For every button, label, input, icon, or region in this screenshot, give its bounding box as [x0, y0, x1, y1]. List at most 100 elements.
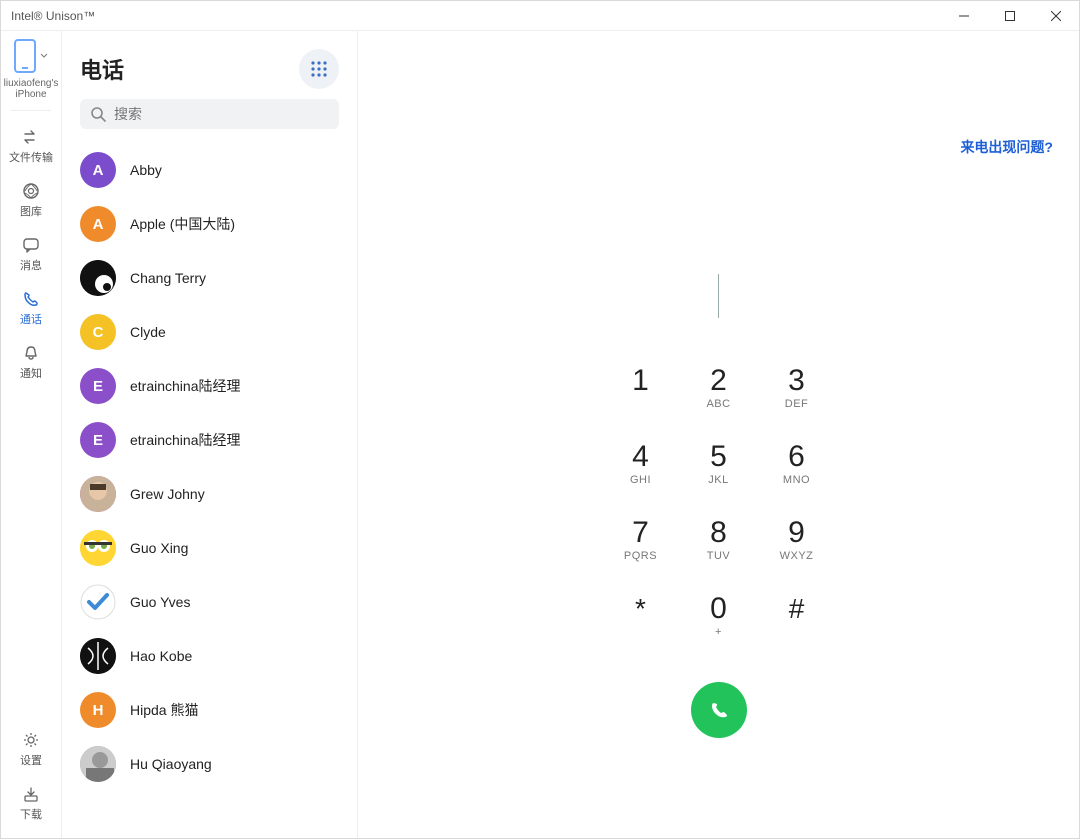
bell-icon	[21, 343, 41, 363]
divider	[11, 110, 51, 111]
download-icon	[21, 784, 41, 804]
contact-row[interactable]: HHipda 熊猫	[62, 683, 357, 737]
contact-row[interactable]: Eetrainchina陆经理	[62, 413, 357, 467]
contact-list[interactable]: AAbby A Apple (中国大陆) Chang Terry C Clyde Eetra…	[62, 139, 357, 838]
phone-icon	[708, 699, 730, 721]
transfer-icon	[21, 127, 41, 147]
sidebar-item-label: 设置	[20, 752, 42, 768]
gallery-icon	[21, 181, 41, 201]
avatar	[80, 530, 116, 566]
avatar: A	[80, 206, 116, 242]
contact-row[interactable]: Grew Johny	[62, 467, 357, 521]
contact-name: Clyde	[130, 324, 166, 340]
contact-row[interactable]: Eetrainchina陆经理	[62, 359, 357, 413]
keypad-number: 3	[788, 366, 805, 396]
dialpad-icon	[310, 60, 328, 78]
close-icon	[1051, 11, 1061, 21]
dialer-panel: 来电出现问题? 1 2ABC3DEF4GHI5JKL6MNO7PQRS8TUV9…	[358, 31, 1079, 838]
keypad-key-2[interactable]: 2 ABC	[680, 350, 758, 426]
avatar	[80, 476, 116, 512]
sidebar: liuxiaofeng's iPhone 文件传输 图库	[1, 31, 62, 838]
contact-name: Apple (中国大陆)	[130, 214, 235, 234]
text-cursor	[718, 274, 720, 318]
contact-name: Abby	[130, 162, 162, 178]
avatar	[80, 260, 116, 296]
keypad-number: 8	[710, 518, 727, 548]
avatar	[80, 638, 116, 674]
contact-name: Guo Xing	[130, 540, 188, 556]
chevron-down-icon	[40, 52, 48, 60]
keypad-sublabel: GHI	[630, 474, 651, 486]
contact-name: Guo Yves	[130, 594, 190, 610]
contact-name: etrainchina陆经理	[130, 376, 241, 396]
keypad-sublabel: JKL	[708, 474, 728, 486]
keypad-key-star[interactable]: *	[602, 578, 680, 654]
contact-row[interactable]: Hao Kobe	[62, 629, 357, 683]
keypad-key-4[interactable]: 4GHI	[602, 426, 680, 502]
minimize-button[interactable]	[941, 1, 987, 31]
search-input[interactable]	[114, 106, 329, 122]
keypad-key-8[interactable]: 8TUV	[680, 502, 758, 578]
sidebar-item-transfer[interactable]: 文件传输	[4, 121, 59, 171]
contact-name: Chang Terry	[130, 270, 206, 286]
keypad-key-1[interactable]: 1	[602, 350, 680, 426]
keypad: 1 2ABC3DEF4GHI5JKL6MNO7PQRS8TUV9WXYZ* 0+…	[602, 350, 836, 654]
keypad-number: 9	[788, 518, 805, 548]
sidebar-item-settings[interactable]: 设置	[4, 724, 59, 774]
sidebar-item-messages[interactable]: 消息	[4, 229, 59, 279]
contact-row[interactable]: Guo Yves	[62, 575, 357, 629]
minimize-icon	[959, 11, 969, 21]
sidebar-item-calls[interactable]: 通话	[4, 283, 59, 333]
maximize-button[interactable]	[987, 1, 1033, 31]
keypad-key-9[interactable]: 9WXYZ	[758, 502, 836, 578]
phone-icon	[21, 289, 41, 309]
keypad-key-5[interactable]: 5 JKL	[680, 426, 758, 502]
contact-row[interactable]: C Clyde	[62, 305, 357, 359]
contact-name: Hao Kobe	[130, 648, 192, 664]
search-box[interactable]	[80, 99, 339, 129]
keypad-number: 6	[788, 442, 805, 472]
call-problem-link[interactable]: 来电出现问题?	[960, 137, 1053, 157]
close-button[interactable]	[1033, 1, 1079, 31]
contact-row[interactable]: Hu Qiaoyang	[62, 737, 357, 791]
sidebar-item-notify[interactable]: 通知	[4, 337, 59, 387]
avatar: E	[80, 422, 116, 458]
sidebar-item-label: 消息	[20, 257, 42, 273]
page-title: 电话	[80, 53, 124, 85]
contact-row[interactable]: Chang Terry	[62, 251, 357, 305]
keypad-number: 0	[710, 594, 727, 624]
sidebar-item-gallery[interactable]: 图库	[4, 175, 59, 225]
keypad-key-7[interactable]: 7PQRS	[602, 502, 680, 578]
keypad-number: 5	[710, 442, 727, 472]
avatar: H	[80, 692, 116, 728]
contact-row[interactable]: A Apple (中国大陆)	[62, 197, 357, 251]
dialpad-toggle-button[interactable]	[299, 49, 339, 89]
keypad-key-6[interactable]: 6MNO	[758, 426, 836, 502]
device-name: liuxiaofeng's iPhone	[3, 78, 59, 100]
contact-row[interactable]: AAbby	[62, 143, 357, 197]
keypad-key-3[interactable]: 3 DEF	[758, 350, 836, 426]
sidebar-item-label: 通知	[20, 365, 42, 381]
keypad-number: 2	[710, 366, 727, 396]
contact-name: Hu Qiaoyang	[130, 756, 212, 772]
keypad-number: #	[789, 595, 805, 623]
keypad-number: 1	[632, 366, 649, 396]
keypad-sublabel: +	[715, 626, 722, 638]
titlebar: Intel® Unison™	[1, 1, 1079, 31]
device-dropdown[interactable]	[14, 39, 48, 73]
avatar: C	[80, 314, 116, 350]
keypad-sublabel: DEF	[785, 398, 809, 410]
window-title: Intel® Unison™	[11, 9, 95, 23]
sidebar-item-download[interactable]: 下载	[4, 778, 59, 828]
avatar	[80, 746, 116, 782]
keypad-key-0[interactable]: 0+	[680, 578, 758, 654]
sidebar-item-label: 通话	[20, 311, 42, 327]
keypad-sublabel: ABC	[706, 398, 730, 410]
sidebar-item-label: 下载	[20, 806, 42, 822]
contact-name: etrainchina陆经理	[130, 430, 241, 450]
contact-row[interactable]: Guo Xing	[62, 521, 357, 575]
keypad-sublabel: PQRS	[624, 550, 657, 562]
dial-number-input[interactable]	[718, 272, 720, 320]
keypad-key-hash[interactable]: #	[758, 578, 836, 654]
call-button[interactable]	[691, 682, 747, 738]
